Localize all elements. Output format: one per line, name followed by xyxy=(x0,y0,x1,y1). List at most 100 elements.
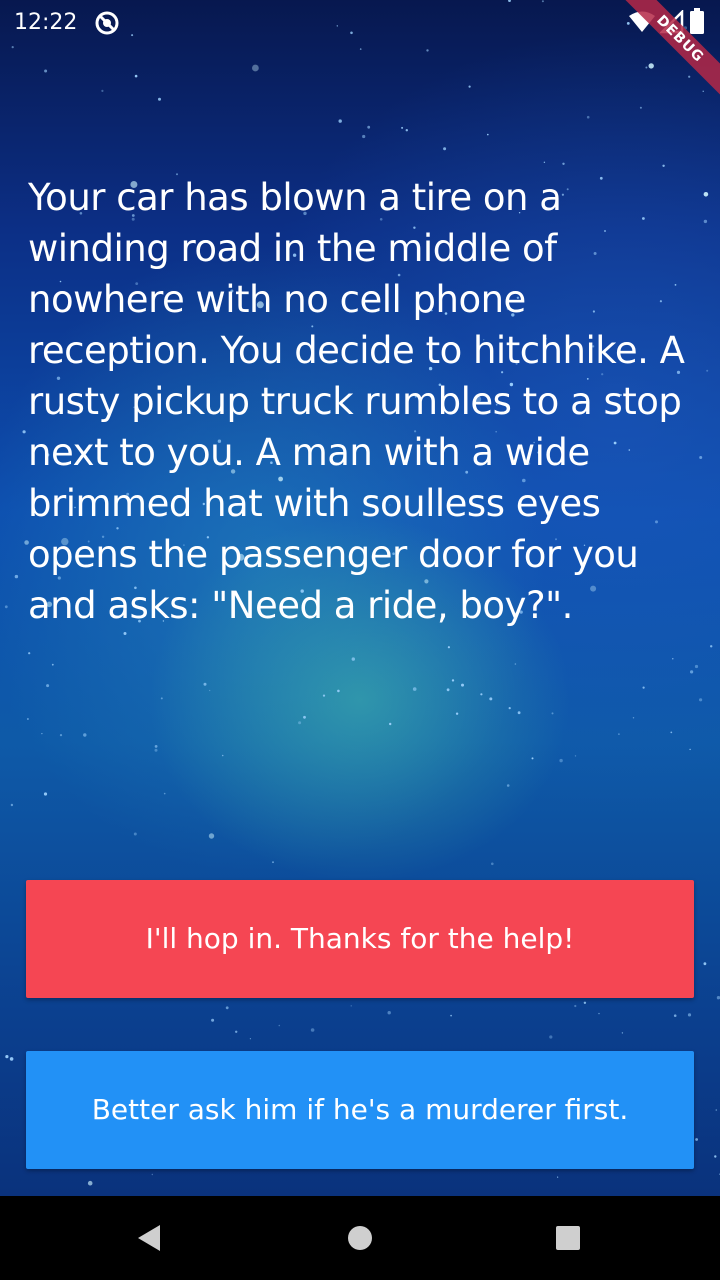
choice-button-ask-murderer[interactable]: Better ask him if he's a murderer first. xyxy=(26,1051,694,1169)
star xyxy=(702,90,704,93)
star xyxy=(443,147,447,151)
star xyxy=(133,832,137,836)
star xyxy=(46,684,50,688)
star xyxy=(359,48,362,50)
star xyxy=(687,1013,692,1017)
star xyxy=(508,707,511,710)
star xyxy=(598,1012,600,1015)
star xyxy=(10,803,14,807)
star xyxy=(41,733,43,735)
star xyxy=(154,748,158,752)
star xyxy=(389,722,392,726)
star xyxy=(28,652,31,655)
star xyxy=(209,689,211,692)
star xyxy=(642,686,645,689)
star xyxy=(562,162,565,165)
star xyxy=(310,1028,315,1032)
star xyxy=(583,1001,587,1004)
star xyxy=(387,1011,391,1015)
star xyxy=(208,833,215,839)
star xyxy=(14,574,19,579)
star xyxy=(531,757,534,760)
star xyxy=(163,792,166,795)
star xyxy=(412,687,417,691)
star xyxy=(298,721,302,725)
status-time: 12:22 xyxy=(14,10,78,35)
star xyxy=(26,718,29,720)
star xyxy=(4,605,8,609)
star xyxy=(322,694,326,697)
star xyxy=(337,689,340,693)
star xyxy=(455,712,459,715)
star xyxy=(221,754,224,757)
star xyxy=(401,126,404,129)
star xyxy=(249,1038,251,1040)
star xyxy=(670,731,673,734)
navigation-bar xyxy=(0,1196,720,1280)
star xyxy=(303,715,306,719)
star xyxy=(714,1155,717,1158)
battery-icon xyxy=(690,8,704,34)
star xyxy=(632,717,635,719)
star xyxy=(51,663,54,666)
recents-square-icon[interactable] xyxy=(548,1218,588,1258)
star xyxy=(123,632,127,635)
star xyxy=(551,712,554,715)
star xyxy=(703,962,707,966)
star xyxy=(160,697,163,700)
star xyxy=(461,683,464,687)
star xyxy=(557,1176,559,1178)
star xyxy=(447,646,450,649)
star xyxy=(9,1057,14,1061)
choice-button-hop-in[interactable]: I'll hop in. Thanks for the help! xyxy=(26,880,694,998)
star xyxy=(5,1055,9,1059)
star xyxy=(586,115,590,119)
story-text: Your car has blown a tire on a winding r… xyxy=(28,176,685,627)
star xyxy=(22,430,26,434)
star xyxy=(367,125,371,129)
star xyxy=(618,733,620,735)
star xyxy=(703,219,708,224)
star xyxy=(673,1014,677,1017)
star xyxy=(489,697,493,701)
star xyxy=(235,1030,238,1034)
sync-disabled-icon xyxy=(95,11,119,35)
star xyxy=(59,734,63,737)
star xyxy=(690,670,694,674)
star xyxy=(703,192,709,197)
star xyxy=(154,745,158,748)
star xyxy=(559,758,563,763)
star xyxy=(203,682,207,686)
star xyxy=(699,698,703,702)
star xyxy=(44,69,48,73)
star xyxy=(710,645,713,648)
star xyxy=(87,1180,93,1186)
star xyxy=(338,119,342,123)
star xyxy=(549,1035,553,1039)
star xyxy=(252,64,259,72)
star xyxy=(645,66,648,69)
star xyxy=(426,49,429,52)
star xyxy=(450,1014,452,1017)
star xyxy=(278,1024,281,1027)
star xyxy=(715,1109,718,1111)
star xyxy=(158,97,161,101)
star xyxy=(480,693,483,696)
star xyxy=(491,862,494,866)
star xyxy=(695,1138,698,1141)
home-circle-icon[interactable] xyxy=(340,1218,380,1258)
star xyxy=(514,663,517,665)
star xyxy=(43,792,48,796)
star xyxy=(83,733,87,737)
star xyxy=(506,784,510,787)
star xyxy=(517,711,521,715)
star xyxy=(211,1018,215,1022)
star xyxy=(362,134,366,139)
star xyxy=(151,1173,153,1176)
star xyxy=(468,85,471,88)
star xyxy=(350,1005,352,1007)
star xyxy=(487,133,489,136)
star xyxy=(621,1032,624,1034)
star xyxy=(272,861,274,864)
back-triangle-icon[interactable] xyxy=(130,1218,170,1258)
